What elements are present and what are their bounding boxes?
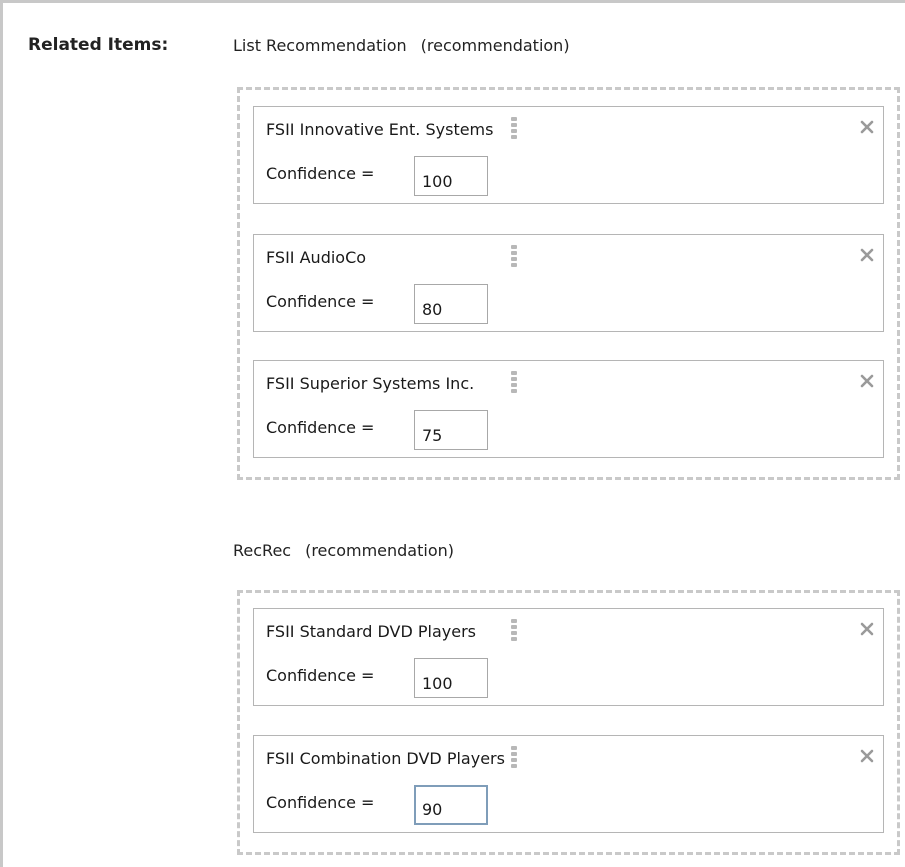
item-name: FSII Standard DVD Players xyxy=(266,622,476,641)
confidence-input[interactable] xyxy=(414,410,488,450)
drag-handle-icon[interactable] xyxy=(510,245,518,271)
confidence-label: Confidence = xyxy=(266,292,375,311)
group-name: RecRec xyxy=(233,541,292,560)
group-type: (recommendation) xyxy=(420,36,570,55)
related-items-label: Related Items: xyxy=(28,35,169,55)
drag-handle-icon[interactable] xyxy=(510,746,518,772)
confidence-input[interactable] xyxy=(414,284,488,324)
group-name: List Recommendation xyxy=(233,36,407,55)
close-icon[interactable] xyxy=(857,619,877,639)
drag-handle-icon[interactable] xyxy=(510,371,518,397)
confidence-input[interactable] xyxy=(414,658,488,698)
list-item[interactable]: FSII Combination DVD Players Confidence … xyxy=(253,735,884,833)
related-items-panel: Related Items: List Recommendation (recom… xyxy=(0,0,905,867)
close-icon[interactable] xyxy=(857,371,877,391)
close-icon[interactable] xyxy=(857,245,877,265)
close-icon[interactable] xyxy=(857,746,877,766)
confidence-input[interactable] xyxy=(414,785,488,825)
list-item[interactable]: FSII Standard DVD Players Confidence = xyxy=(253,608,884,706)
confidence-label: Confidence = xyxy=(266,418,375,437)
group-title-list-recommendation: List Recommendation (recommendation) xyxy=(233,36,570,55)
item-name: FSII Combination DVD Players xyxy=(266,749,505,768)
item-name: FSII Innovative Ent. Systems xyxy=(266,120,494,139)
group-title-recrec: RecRec (recommendation) xyxy=(233,541,454,560)
confidence-label: Confidence = xyxy=(266,666,375,685)
list-item[interactable]: FSII Innovative Ent. Systems Confidence … xyxy=(253,106,884,204)
confidence-input[interactable] xyxy=(414,156,488,196)
item-name: FSII AudioCo xyxy=(266,248,367,267)
close-icon[interactable] xyxy=(857,117,877,137)
drag-handle-icon[interactable] xyxy=(510,117,518,143)
item-name: FSII Superior Systems Inc. xyxy=(266,374,475,393)
drag-handle-icon[interactable] xyxy=(510,619,518,645)
group-type: (recommendation) xyxy=(305,541,454,560)
list-item[interactable]: FSII Superior Systems Inc. Confidence = xyxy=(253,360,884,458)
confidence-label: Confidence = xyxy=(266,164,375,183)
list-item[interactable]: FSII AudioCo Confidence = xyxy=(253,234,884,332)
confidence-label: Confidence = xyxy=(266,793,375,812)
